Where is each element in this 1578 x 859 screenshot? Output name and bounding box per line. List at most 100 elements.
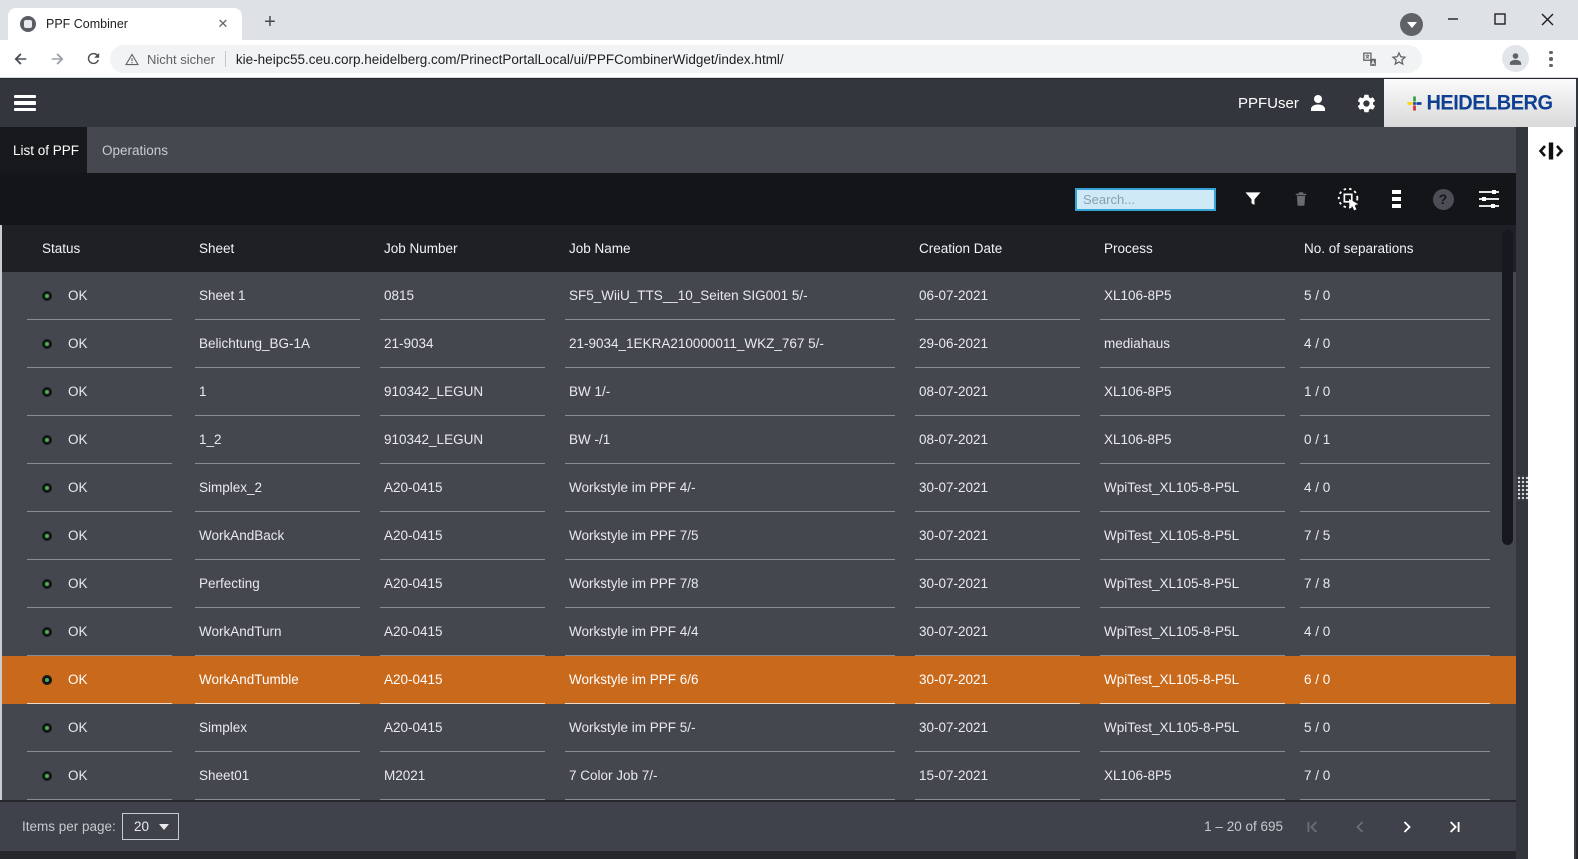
cell-creation_date: 08-07-2021 bbox=[915, 416, 1080, 464]
cell-sheet: WorkAndTumble bbox=[195, 656, 360, 704]
table-body: OK Sheet 1 0815 SF5_WiiU_TTS__10_Seiten SIG… bbox=[0, 272, 1516, 800]
column-header-sheet[interactable]: Sheet bbox=[195, 225, 360, 272]
browser-tab[interactable]: PPF Combiner ✕ bbox=[8, 8, 242, 40]
cell-creation_date: 29-06-2021 bbox=[915, 320, 1080, 368]
cell-job_name: Workstyle im PPF 7/8 bbox=[565, 560, 895, 608]
column-header-no-of-separations[interactable]: No. of separations bbox=[1300, 225, 1490, 272]
table-row[interactable]: OK 1 910342_LEGUN BW 1/- 08-07-2021 XL106-8P5… bbox=[0, 368, 1516, 416]
browser-update-icon[interactable] bbox=[1400, 13, 1423, 36]
table-row[interactable]: OK WorkAndTurn A20-0415 Workstyle im PPF 4/… bbox=[0, 608, 1516, 656]
cell-job_number: 910342_LEGUN bbox=[380, 368, 545, 416]
table-row[interactable]: OK Belichtung_BG-1A 21-9034 21-9034_1EKRA21… bbox=[0, 320, 1516, 368]
cell-status: OK bbox=[27, 272, 172, 320]
cell-process: XL106-8P5 bbox=[1100, 272, 1285, 320]
cell-job_number: A20-0415 bbox=[380, 656, 545, 704]
cell-sheet: Sheet 1 bbox=[195, 272, 360, 320]
cell-status: OK bbox=[27, 320, 172, 368]
table-row[interactable]: OK WorkAndTumble A20-0415 Workstyle im PPF … bbox=[0, 656, 1516, 704]
cell-job_name: BW 1/- bbox=[565, 368, 895, 416]
back-icon[interactable] bbox=[6, 44, 36, 74]
items-per-page-label: Items per page: bbox=[22, 819, 116, 834]
translate-icon[interactable] bbox=[1356, 46, 1382, 72]
table-row[interactable]: OK Simplex A20-0415 Workstyle im PPF 5/- 30-… bbox=[0, 704, 1516, 752]
app-tabbar: List of PPF Operations bbox=[0, 127, 1516, 173]
column-header-process[interactable]: Process bbox=[1100, 225, 1285, 272]
url-field[interactable]: Nicht sicher kie-heipc55.ceu.corp.heidel… bbox=[110, 45, 1422, 73]
splitter-grip-handle[interactable] bbox=[1516, 475, 1528, 501]
user-icon[interactable] bbox=[1300, 79, 1336, 127]
cell-separations: 6 / 0 bbox=[1300, 656, 1490, 704]
column-header-creation-date[interactable]: Creation Date bbox=[915, 225, 1080, 272]
column-header-job-number[interactable]: Job Number bbox=[380, 225, 545, 272]
refresh-icon[interactable] bbox=[78, 44, 108, 74]
cell-status: OK bbox=[27, 608, 172, 656]
table-row[interactable]: OK Sheet01 M2021 7 Color Job 7/- 15-07-2021 X… bbox=[0, 752, 1516, 800]
status-ok-dot bbox=[42, 290, 52, 301]
next-page-button[interactable] bbox=[1394, 814, 1420, 840]
side-panel bbox=[1528, 127, 1576, 859]
cell-process: mediahaus bbox=[1100, 320, 1285, 368]
url-text[interactable]: kie-heipc55.ceu.corp.heidelberg.com/Prin… bbox=[236, 52, 1352, 67]
tune-sliders-icon[interactable] bbox=[1471, 173, 1507, 225]
tab-list-of-ppf[interactable]: List of PPF bbox=[0, 127, 87, 173]
close-button[interactable] bbox=[1524, 0, 1570, 38]
cell-process: WpiTest_XL105-8-P5L bbox=[1100, 560, 1285, 608]
status-ok-dot bbox=[42, 770, 52, 781]
column-header-job-name[interactable]: Job Name bbox=[565, 225, 895, 272]
cell-process: XL106-8P5 bbox=[1100, 752, 1285, 800]
browser-menu-icon[interactable] bbox=[1538, 46, 1564, 72]
select-mode-icon[interactable] bbox=[1331, 173, 1367, 225]
bottom-strip bbox=[0, 851, 1516, 859]
maximize-button[interactable] bbox=[1477, 0, 1523, 38]
cell-sheet: Simplex bbox=[195, 704, 360, 752]
menu-icon[interactable] bbox=[14, 95, 36, 111]
search-input[interactable] bbox=[1075, 188, 1216, 211]
cell-separations: 7 / 5 bbox=[1300, 512, 1490, 560]
cell-creation_date: 06-07-2021 bbox=[915, 272, 1080, 320]
browser-profile-avatar[interactable] bbox=[1502, 45, 1529, 72]
browser-address-bar: Nicht sicher kie-heipc55.ceu.corp.heidel… bbox=[0, 40, 1578, 78]
table-row[interactable]: OK 1_2 910342_LEGUN BW -/1 08-07-2021 XL106-8… bbox=[0, 416, 1516, 464]
new-tab-button[interactable]: + bbox=[256, 8, 284, 36]
cell-separations: 7 / 8 bbox=[1300, 560, 1490, 608]
column-header-status[interactable]: Status bbox=[27, 225, 172, 272]
delete-trash-icon[interactable] bbox=[1283, 173, 1319, 225]
table-row[interactable]: OK Simplex_2 A20-0415 Workstyle im PPF 4/- 3… bbox=[0, 464, 1516, 512]
panel-toggle-icon[interactable] bbox=[1537, 139, 1565, 168]
help-icon[interactable]: ? bbox=[1425, 173, 1461, 225]
bookmark-star-icon[interactable] bbox=[1386, 46, 1412, 72]
table-row[interactable]: OK Sheet 1 0815 SF5_WiiU_TTS__10_Seiten SIG… bbox=[0, 272, 1516, 320]
minimize-button[interactable] bbox=[1430, 0, 1476, 38]
vertical-scrollbar[interactable] bbox=[1502, 230, 1513, 545]
previous-page-button[interactable] bbox=[1347, 814, 1373, 840]
not-secure-warning-icon bbox=[125, 52, 139, 65]
cell-job_name: Workstyle im PPF 6/6 bbox=[565, 656, 895, 704]
items-per-page-select[interactable]: 20 bbox=[122, 813, 179, 840]
cell-separations: 4 / 0 bbox=[1300, 464, 1490, 512]
cell-creation_date: 30-07-2021 bbox=[915, 464, 1080, 512]
status-ok-dot bbox=[42, 434, 52, 445]
more-options-icon[interactable] bbox=[1378, 173, 1414, 225]
last-page-button[interactable] bbox=[1441, 814, 1467, 840]
status-ok-dot bbox=[42, 386, 52, 397]
table-row[interactable]: OK WorkAndBack A20-0415 Workstyle im PPF 7/… bbox=[0, 512, 1516, 560]
tab-operations[interactable]: Operations bbox=[87, 127, 247, 173]
filter-icon[interactable] bbox=[1235, 173, 1271, 225]
cell-job_name: Workstyle im PPF 5/- bbox=[565, 704, 895, 752]
cell-status: OK bbox=[27, 512, 172, 560]
cell-process: XL106-8P5 bbox=[1100, 368, 1285, 416]
security-warning-label[interactable]: Nicht sicher bbox=[147, 52, 215, 67]
status-ok-dot bbox=[42, 674, 52, 685]
cell-sheet: Sheet01 bbox=[195, 752, 360, 800]
first-page-button[interactable] bbox=[1300, 814, 1326, 840]
table-row[interactable]: OK Perfecting A20-0415 Workstyle im PPF 7/8… bbox=[0, 560, 1516, 608]
browser-window: PPF Combiner ✕ + Nicht sicher kie-heipc5… bbox=[0, 0, 1578, 859]
tab-close-icon[interactable]: ✕ bbox=[214, 15, 232, 33]
cell-process: WpiTest_XL105-8-P5L bbox=[1100, 656, 1285, 704]
forward-icon[interactable] bbox=[42, 44, 72, 74]
status-ok-dot bbox=[42, 722, 52, 733]
cell-separations: 5 / 0 bbox=[1300, 272, 1490, 320]
settings-gear-icon[interactable] bbox=[1348, 79, 1384, 127]
heidelberg-logo: HEIDELBERG bbox=[1384, 79, 1576, 127]
cell-creation_date: 30-07-2021 bbox=[915, 512, 1080, 560]
